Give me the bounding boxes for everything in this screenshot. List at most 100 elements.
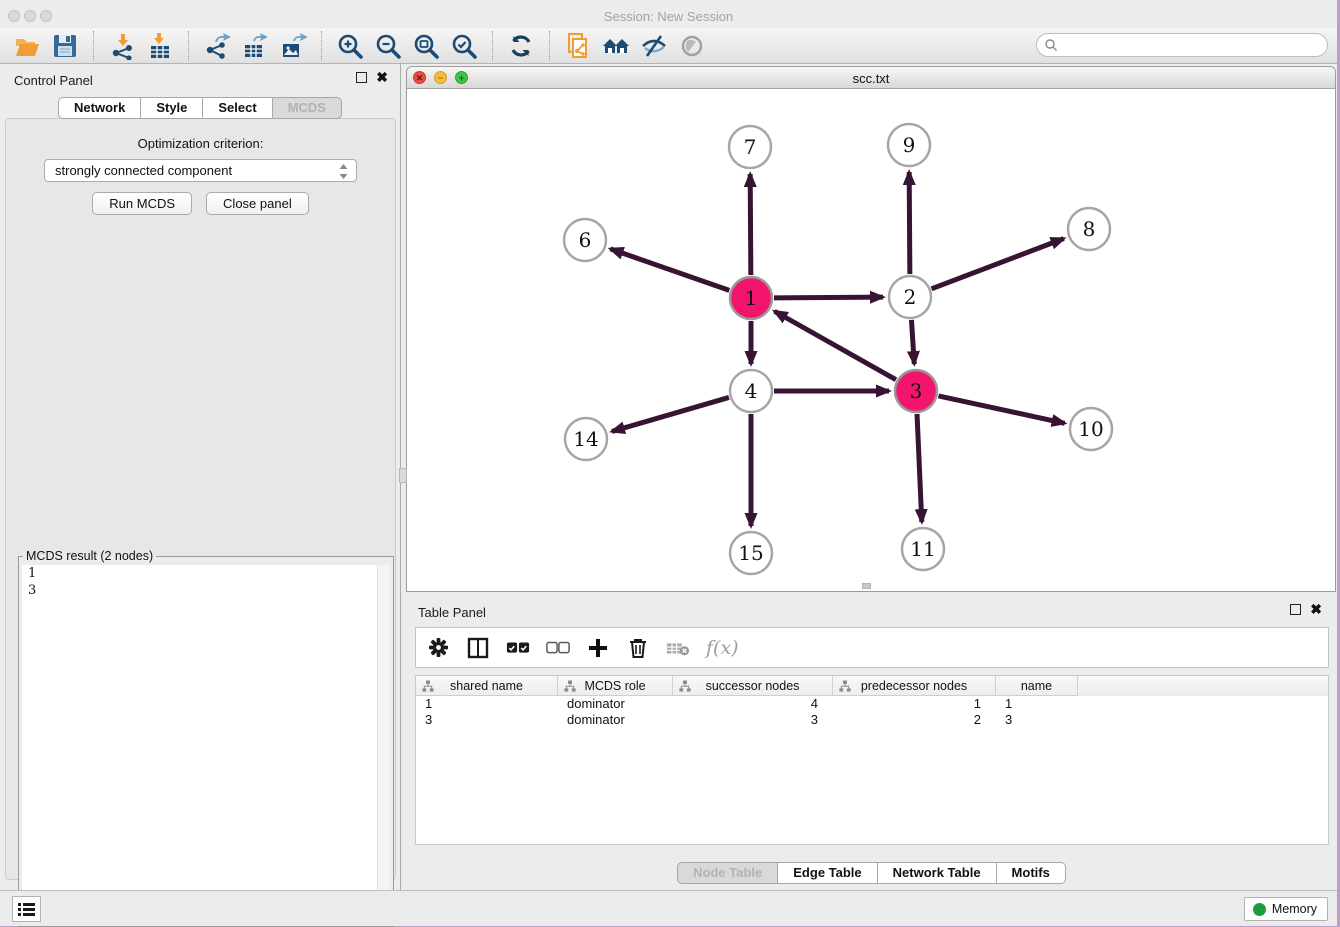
export-image-icon[interactable]: [274, 30, 312, 62]
close-panel-button[interactable]: Close panel: [206, 192, 309, 215]
control-panel-header: Control Panel ✖: [0, 64, 400, 94]
run-mcds-button[interactable]: Run MCDS: [92, 192, 192, 215]
delete-table-disabled-icon: [666, 636, 690, 660]
close-panel-icon[interactable]: ✖: [376, 72, 388, 83]
network-canvas[interactable]: 7968124314101511: [407, 89, 1335, 591]
graph-node-label-1: 1: [745, 286, 758, 310]
toolbar-separator: [93, 31, 94, 61]
table-row[interactable]: 1dominator411: [416, 696, 1328, 712]
refresh-network-icon[interactable]: [502, 30, 540, 62]
deselect-all-columns-icon[interactable]: [546, 636, 570, 660]
table-cell: 1: [833, 696, 996, 712]
canvas-hscroll-thumb[interactable]: [862, 583, 871, 589]
show-hidden-eye-icon[interactable]: [673, 30, 711, 62]
export-table-icon[interactable]: [236, 30, 274, 62]
network-window-title: scc.txt: [407, 71, 1335, 86]
clone-network-icon[interactable]: [559, 30, 597, 62]
table-cell: 3: [673, 712, 833, 728]
graph-node-label-8: 8: [1083, 217, 1096, 241]
mcds-result-line: 1: [22, 565, 390, 582]
graph-edge-3-11[interactable]: [917, 414, 922, 522]
toolbar-separator: [492, 31, 493, 61]
delete-column-trash-icon[interactable]: [626, 636, 650, 660]
column-header-MCDS-role[interactable]: MCDS role: [558, 676, 673, 696]
column-header-successor-nodes[interactable]: successor nodes: [673, 676, 833, 696]
tab-select[interactable]: Select: [203, 97, 272, 119]
table-cell: 1: [416, 696, 558, 712]
table-panel-header: Table Panel ✖: [406, 596, 1337, 626]
panel-splitter-handle[interactable]: [399, 468, 407, 483]
search-icon: [1044, 38, 1058, 52]
tab-network[interactable]: Network: [58, 97, 141, 119]
tab-edge-table[interactable]: Edge Table: [778, 862, 877, 884]
node-table[interactable]: shared name MCDS rolesuccessor nodes prede…: [415, 675, 1329, 845]
zoom-in-icon[interactable]: [331, 30, 369, 62]
column-tree-icon: [679, 680, 691, 695]
float-panel-icon[interactable]: [356, 72, 367, 83]
table-cell: 3: [996, 712, 1078, 728]
zoom-out-icon[interactable]: [369, 30, 407, 62]
network-graph[interactable]: 7968124314101511: [407, 89, 1335, 591]
tab-style[interactable]: Style: [141, 97, 203, 119]
select-all-columns-icon[interactable]: [506, 636, 530, 660]
table-cell: 4: [673, 696, 833, 712]
export-network-icon[interactable]: [198, 30, 236, 62]
optimization-criterion-label: Optimization criterion:: [6, 136, 395, 151]
table-cell: dominator: [558, 696, 673, 712]
search-input[interactable]: [1058, 36, 1327, 54]
column-header-name[interactable]: name: [996, 676, 1078, 696]
open-session-icon[interactable]: [8, 30, 46, 62]
graph-edge-2-9[interactable]: [909, 172, 910, 274]
optimization-criterion-select[interactable]: strongly connected component: [44, 159, 357, 182]
column-header-shared-name[interactable]: shared name: [416, 676, 558, 696]
table-panel-tabs: Node TableEdge TableNetwork TableMotifs: [406, 862, 1337, 884]
column-label: name: [1021, 679, 1052, 693]
float-table-panel-icon[interactable]: [1290, 604, 1301, 615]
graph-edge-3-1[interactable]: [775, 311, 896, 379]
window-titlebar: Session: New Session: [0, 6, 1337, 28]
column-label: shared name: [450, 679, 523, 693]
task-history-button[interactable]: [12, 896, 41, 922]
tab-node-table[interactable]: Node Table: [677, 862, 778, 884]
graph-node-label-15: 15: [738, 541, 763, 565]
graph-edge-1-6[interactable]: [610, 249, 729, 291]
close-table-panel-icon[interactable]: ✖: [1310, 604, 1322, 615]
mcds-result-textarea[interactable]: 13: [22, 565, 390, 923]
graph-edge-2-8[interactable]: [932, 239, 1064, 289]
graph-edge-1-7[interactable]: [750, 174, 751, 275]
show-columns-icon[interactable]: [466, 636, 490, 660]
network-view-window: ✕ − + scc.txt 7968124314101511: [406, 66, 1336, 592]
table-settings-gear-icon[interactable]: [426, 636, 450, 660]
graph-edge-4-14[interactable]: [612, 397, 729, 431]
save-session-icon[interactable]: [46, 30, 84, 62]
import-table-icon[interactable]: [141, 30, 179, 62]
table-row[interactable]: 3dominator323: [416, 712, 1328, 728]
graph-node-label-9: 9: [903, 133, 916, 157]
memory-button[interactable]: Memory: [1244, 897, 1328, 921]
graph-node-label-3: 3: [910, 379, 923, 403]
search-box[interactable]: [1036, 33, 1328, 57]
column-label: predecessor nodes: [861, 679, 967, 693]
home-layout-icon[interactable]: [597, 30, 635, 62]
mcds-result-line: 3: [22, 582, 390, 599]
tab-mcds[interactable]: MCDS: [273, 97, 342, 119]
graph-edge-2-3[interactable]: [911, 320, 914, 364]
zoom-selected-icon[interactable]: [445, 30, 483, 62]
table-panel-title: Table Panel: [418, 605, 486, 620]
tab-network-table[interactable]: Network Table: [878, 862, 997, 884]
graph-edge-1-2[interactable]: [774, 297, 883, 298]
column-tree-icon: [839, 680, 851, 695]
import-network-icon[interactable]: [103, 30, 141, 62]
tab-motifs[interactable]: Motifs: [997, 862, 1066, 884]
result-scrollbar[interactable]: [377, 565, 390, 923]
graph-node-label-4: 4: [745, 379, 758, 403]
criterion-selected-value: strongly connected component: [55, 163, 232, 178]
add-column-icon[interactable]: [586, 636, 610, 660]
graph-node-label-14: 14: [573, 427, 598, 451]
network-window-titlebar[interactable]: ✕ − + scc.txt: [407, 67, 1335, 89]
column-header-predecessor-nodes[interactable]: predecessor nodes: [833, 676, 996, 696]
toolbar-separator: [321, 31, 322, 61]
zoom-fit-icon[interactable]: [407, 30, 445, 62]
hide-selected-eye-icon[interactable]: [635, 30, 673, 62]
graph-edge-3-10[interactable]: [938, 396, 1064, 423]
